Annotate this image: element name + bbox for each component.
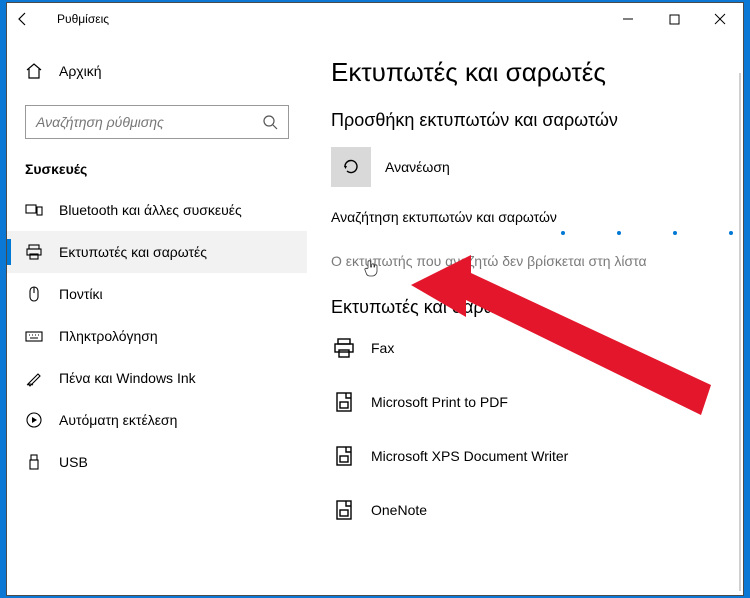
search-icon	[262, 114, 278, 130]
page-title: Εκτυπωτές και σαρωτές	[331, 57, 743, 88]
pen-icon	[25, 369, 47, 387]
main-panel: Εκτυπωτές και σαρωτές Προσθήκη εκτυπωτών…	[307, 35, 743, 595]
close-button[interactable]	[697, 3, 743, 35]
progress-dots	[561, 231, 733, 235]
sidebar-item-label: Πληκτρολόγηση	[59, 328, 158, 344]
maximize-button[interactable]	[651, 3, 697, 35]
sidebar-item-label: USB	[59, 454, 88, 470]
refresh-label: Ανανέωση	[385, 159, 450, 175]
refresh-icon	[341, 157, 361, 177]
printer-icon	[331, 444, 357, 468]
cursor-hand-icon	[363, 259, 379, 277]
sidebar-item-autoplay[interactable]: Αυτόματη εκτέλεση	[7, 399, 307, 441]
sidebar-item-label: Εκτυπωτές και σαρωτές	[59, 244, 207, 260]
sidebar-item-printers[interactable]: Εκτυπωτές και σαρωτές	[7, 231, 307, 273]
sidebar-item-label: Αυτόματη εκτέλεση	[59, 412, 177, 428]
printer-item[interactable]: Microsoft Print to PDF	[331, 378, 743, 426]
keyboard-icon	[25, 327, 47, 345]
devices-icon	[25, 201, 47, 219]
sidebar-item-typing[interactable]: Πληκτρολόγηση	[7, 315, 307, 357]
printer-icon	[331, 336, 357, 360]
titlebar: Ρυθμίσεις	[7, 3, 743, 35]
usb-icon	[25, 453, 47, 471]
printer-label: Microsoft XPS Document Writer	[371, 448, 568, 464]
printer-icon	[25, 243, 47, 261]
sidebar: Αρχική Αναζήτηση ρύθμισης Συσκευές Bluet…	[7, 35, 307, 595]
minimize-button[interactable]	[605, 3, 651, 35]
settings-window: Ρυθμίσεις Αρχική Αναζήτηση ρύθμισης	[6, 2, 744, 596]
printer-item[interactable]: Microsoft XPS Document Writer	[331, 432, 743, 480]
sidebar-item-usb[interactable]: USB	[7, 441, 307, 483]
printers-list-heading: Εκτυπωτές και σαρωτές	[331, 297, 743, 318]
printer-icon	[331, 390, 357, 414]
nav-list: Bluetooth και άλλες συσκευές Εκτυπωτές κ…	[7, 189, 307, 483]
sidebar-item-mouse[interactable]: Ποντίκι	[7, 273, 307, 315]
mouse-icon	[25, 285, 47, 303]
refresh-button[interactable]	[331, 147, 371, 187]
category-heading: Συσκευές	[25, 161, 289, 177]
window-title: Ρυθμίσεις	[57, 12, 109, 26]
sidebar-item-label: Ποντίκι	[59, 286, 103, 302]
home-label: Αρχική	[59, 63, 102, 79]
searching-status: Αναζήτηση εκτυπωτών και σαρωτών	[331, 209, 743, 225]
search-placeholder: Αναζήτηση ρύθμισης	[36, 114, 262, 130]
printer-not-listed-link[interactable]: Ο εκτυπωτής που αναζητώ δεν βρίσκεται στ…	[331, 253, 743, 269]
printer-label: Microsoft Print to PDF	[371, 394, 508, 410]
sidebar-item-label: Πένα και Windows Ink	[59, 370, 196, 386]
sidebar-item-bluetooth[interactable]: Bluetooth και άλλες συσκευές	[7, 189, 307, 231]
search-input[interactable]: Αναζήτηση ρύθμισης	[25, 105, 289, 139]
back-button[interactable]	[15, 11, 39, 27]
printer-label: OneNote	[371, 502, 427, 518]
printer-item[interactable]: OneNote	[331, 486, 743, 534]
printer-label: Fax	[371, 340, 394, 356]
sidebar-item-pen[interactable]: Πένα και Windows Ink	[7, 357, 307, 399]
printer-item[interactable]: Fax	[331, 324, 743, 372]
sidebar-item-label: Bluetooth και άλλες συσκευές	[59, 202, 242, 218]
autoplay-icon	[25, 411, 47, 429]
home-icon	[25, 62, 47, 80]
scrollbar[interactable]	[739, 73, 741, 591]
home-nav[interactable]: Αρχική	[7, 51, 307, 91]
add-section-heading: Προσθήκη εκτυπωτών και σαρωτών	[331, 110, 743, 131]
printer-icon	[331, 498, 357, 522]
